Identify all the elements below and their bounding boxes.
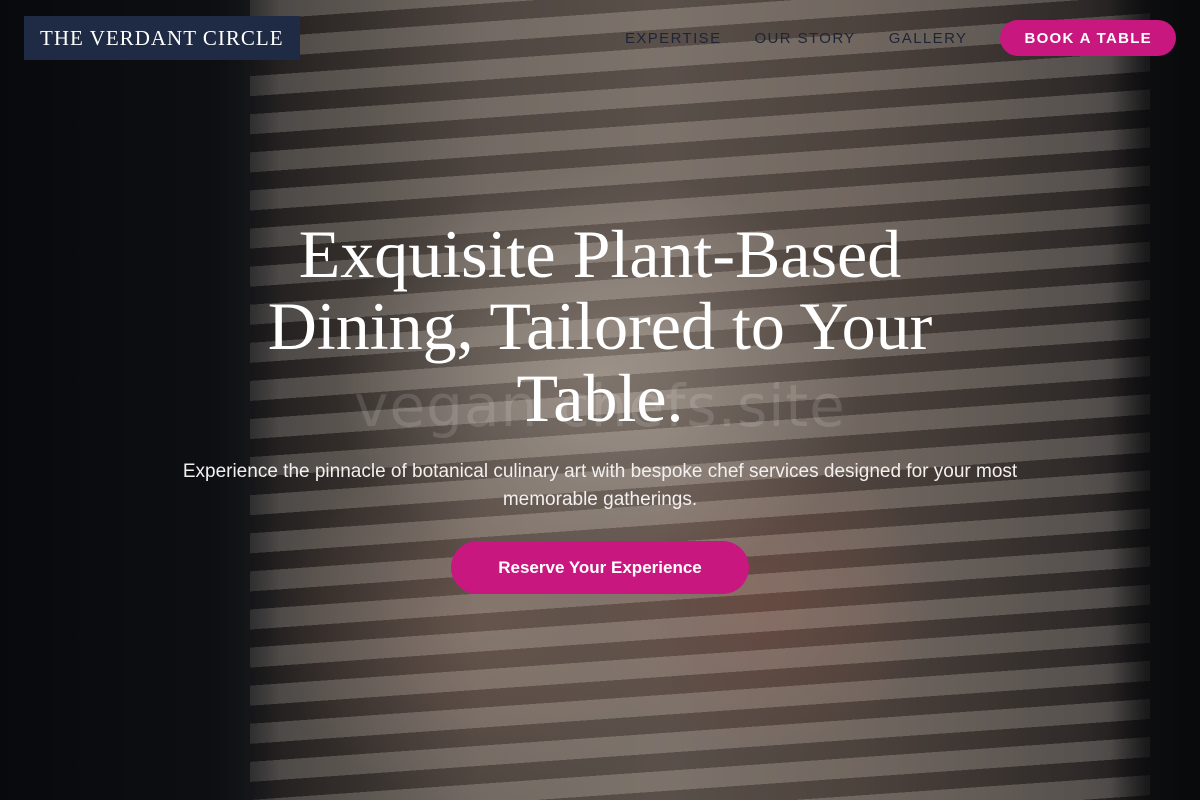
reserve-experience-button[interactable]: Reserve Your Experience [451,541,749,594]
hero-subheadline: Experience the pinnacle of botanical cul… [182,461,1018,510]
hero-headline: Exquisite Plant-Based Dining, Tailored t… [267,216,933,436]
main-nav: EXPERTISE OUR STORY GALLERY BOOK A TABLE [625,20,1176,56]
site-logo[interactable]: THE VERDANT CIRCLE [24,16,300,60]
nav-link-gallery[interactable]: GALLERY [889,30,968,47]
hero-section: vegan chefs.site THE VERDANT CIRCLE EXPE… [0,0,1200,800]
nav-link-expertise[interactable]: EXPERTISE [625,30,722,47]
book-a-table-button[interactable]: BOOK A TABLE [1000,20,1176,56]
nav-link-our-story[interactable]: OUR STORY [754,30,855,47]
logo-text: THE VERDANT CIRCLE [40,25,284,50]
